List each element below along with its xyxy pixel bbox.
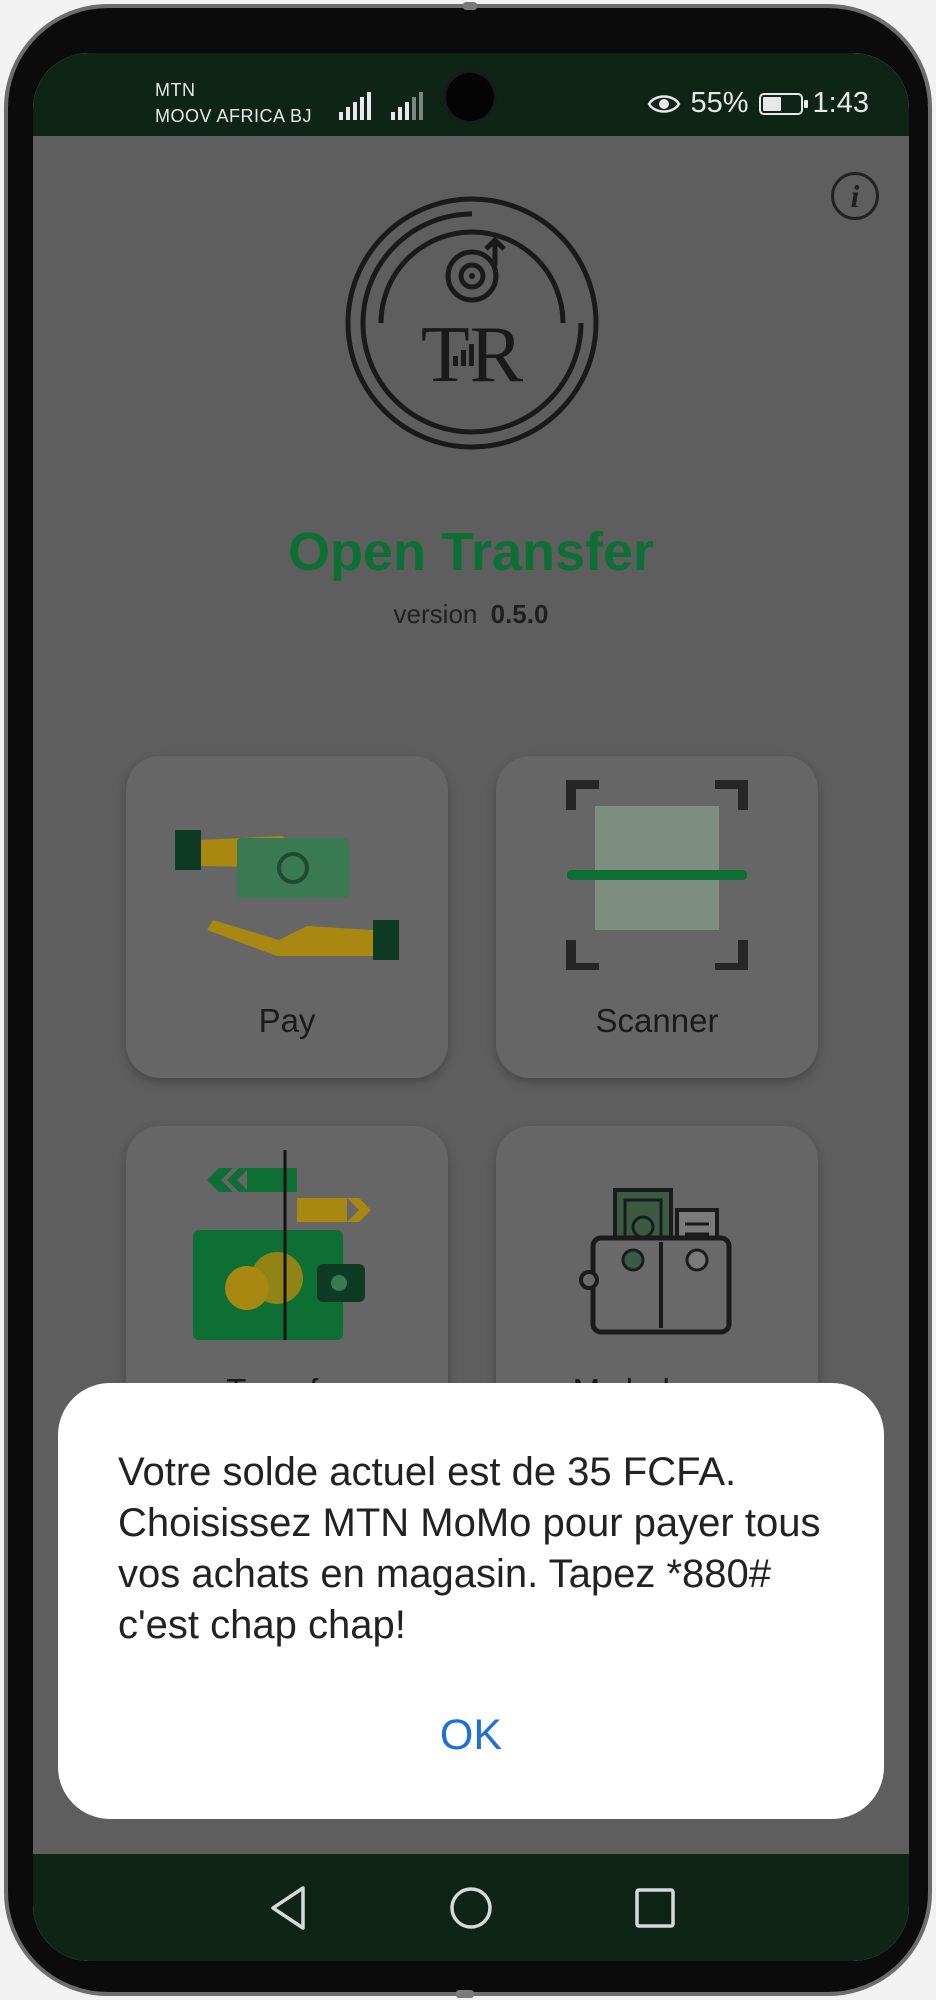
status-right-group: 55% 1:43 (647, 87, 869, 120)
version-info: version 0.5.0 (33, 599, 909, 630)
status-bar: MTN MOOV AFRICA BJ 55% 1:43 (33, 53, 909, 136)
pay-hands-money-icon (175, 830, 399, 960)
navigation-bar (33, 1854, 909, 1961)
battery-icon (758, 92, 808, 115)
screen: MTN MOOV AFRICA BJ 55% 1:43 i TR Open Tr… (33, 53, 909, 1961)
transfer-wallet-icon (193, 1150, 371, 1340)
eye-comfort-icon (647, 94, 680, 113)
carrier-1-label: MTN (155, 80, 196, 100)
info-icon[interactable]: i (831, 172, 879, 220)
signal-icon (391, 92, 423, 120)
carrier-2-label: MOOV AFRICA BJ (155, 106, 313, 126)
front-camera (446, 73, 494, 121)
ok-button[interactable]: OK (58, 1711, 884, 1760)
clock: 1:43 (812, 87, 869, 119)
pay-label: Pay (258, 1002, 316, 1039)
battery-percent: 55% (690, 87, 749, 119)
recents-icon[interactable] (625, 1878, 685, 1938)
pay-tile[interactable]: Pay (126, 756, 448, 1078)
scanner-tile[interactable]: Scanner (496, 756, 818, 1078)
home-icon[interactable] (441, 1878, 501, 1938)
back-icon[interactable] (257, 1878, 317, 1938)
signal-icon (339, 92, 371, 120)
phone-bottom-detail (456, 1990, 474, 1998)
scanner-label: Scanner (595, 1002, 719, 1039)
balance-dialog: Votre solde actuel est de 35 FCFA. Chois… (58, 1383, 884, 1819)
app-logo: TR (345, 196, 599, 450)
version-number: 0.5.0 (490, 599, 549, 629)
dialog-message: Votre solde actuel est de 35 FCFA. Chois… (118, 1450, 821, 1647)
phone-top-detail (463, 2, 477, 10)
version-label: version (393, 599, 478, 629)
wallet-balance-icon (579, 1188, 732, 1335)
app-title: Open Transfer (287, 522, 655, 582)
qr-scanner-icon (566, 780, 748, 970)
phone-frame: MTN MOOV AFRICA BJ 55% 1:43 i TR Open Tr… (4, 2, 932, 1998)
